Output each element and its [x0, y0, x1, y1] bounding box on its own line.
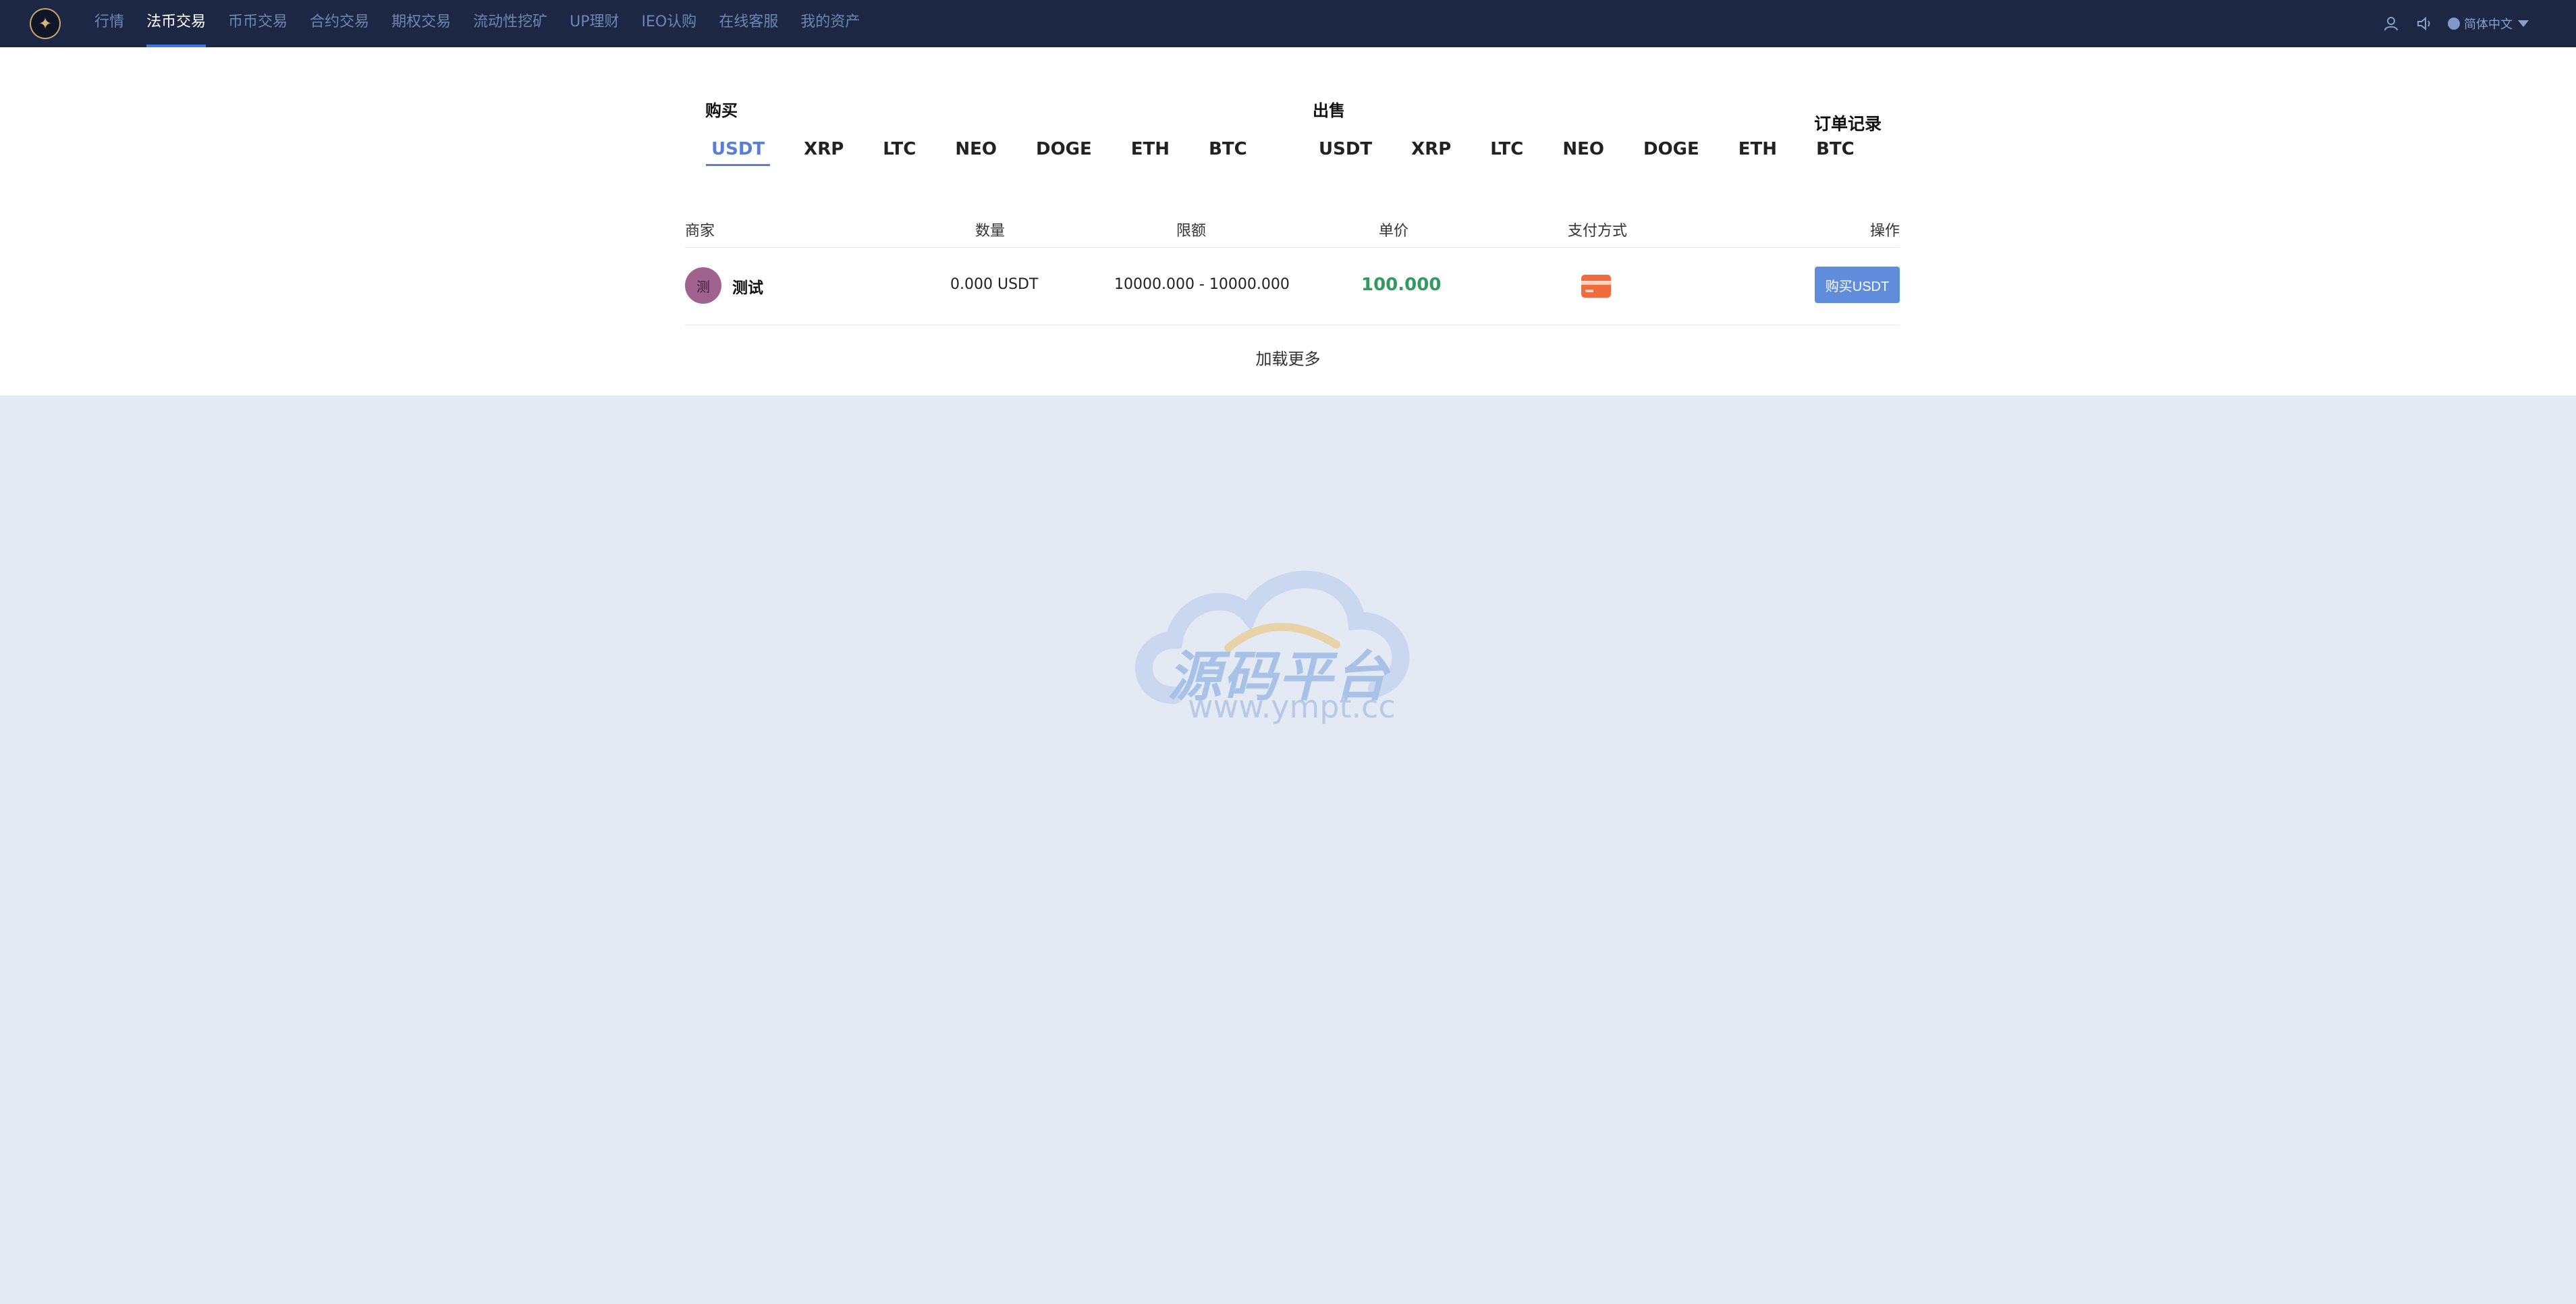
merchant-table: 商家 数量 限额 单价 支付方式 操作 测 测试 0.000 USDT 1000… — [685, 215, 1900, 325]
main-nav: 行情 法币交易 币币交易 合约交易 期权交易 流动性挖矿 UP理财 IEO认购 … — [94, 0, 882, 47]
nav-item-ieo[interactable]: IEO认购 — [641, 0, 696, 47]
nav-item-spot-trade[interactable]: 币币交易 — [228, 0, 287, 47]
buy-tab-xrp[interactable]: XRP — [798, 139, 849, 163]
speaker-icon[interactable] — [2417, 16, 2433, 32]
sell-tab-usdt[interactable]: USDT — [1313, 139, 1377, 163]
header-actions: 简体中文 — [2365, 0, 2529, 47]
load-more-button[interactable]: 加载更多 — [0, 346, 2576, 369]
nav-item-market[interactable]: 行情 — [94, 0, 124, 47]
sell-tab-doge[interactable]: DOGE — [1638, 139, 1705, 163]
nav-item-contract-trade[interactable]: 合约交易 — [310, 0, 369, 47]
header-limit: 限额 — [1176, 223, 1207, 240]
top-navbar: ✦ 行情 法币交易 币币交易 合约交易 期权交易 流动性挖矿 UP理财 IEO认… — [0, 0, 2576, 47]
user-icon[interactable] — [2383, 16, 2399, 32]
header-price: 单价 — [1379, 223, 1409, 240]
avatar: 测 — [685, 267, 721, 304]
sell-tab-btc[interactable]: BTC — [1811, 139, 1860, 163]
sell-coin-tabs: USDT XRP LTC NEO DOGE ETH BTC — [1313, 139, 1888, 163]
buy-coin-tabs: USDT XRP LTC NEO DOGE ETH BTC — [706, 139, 1281, 166]
table-header: 商家 数量 限额 单价 支付方式 操作 — [685, 215, 1900, 248]
card-icon — [1581, 275, 1611, 298]
price-value: 100.000 — [1361, 275, 1442, 295]
sell-section-title: 出售 — [1313, 101, 1345, 120]
sell-tab-eth[interactable]: ETH — [1733, 139, 1782, 163]
buy-tab-eth[interactable]: ETH — [1126, 139, 1175, 163]
sell-tab-xrp[interactable]: XRP — [1406, 139, 1456, 163]
order-history-link[interactable]: 订单记录 — [1814, 111, 1882, 135]
limit-value: 10000.000 - 10000.000 — [1114, 276, 1290, 293]
buy-tab-ltc[interactable]: LTC — [877, 139, 921, 163]
header-action: 操作 — [1869, 223, 1900, 240]
nav-item-support[interactable]: 在线客服 — [719, 0, 778, 47]
logo-icon[interactable]: ✦ — [30, 8, 61, 39]
globe-icon — [2448, 18, 2460, 30]
buy-tab-usdt[interactable]: USDT — [706, 139, 771, 166]
language-label: 简体中文 — [2464, 18, 2513, 32]
watermark-url: www.ympt.cc — [1188, 688, 1396, 725]
amount-value: 0.000 USDT — [950, 276, 1039, 293]
chevron-down-icon — [2518, 20, 2529, 27]
buy-tab-doge[interactable]: DOGE — [1031, 139, 1097, 163]
buy-section-title: 购买 — [705, 101, 738, 120]
merchant-name[interactable]: 测试 — [732, 275, 763, 298]
nav-item-assets[interactable]: 我的资产 — [800, 0, 860, 47]
buy-tab-btc[interactable]: BTC — [1203, 139, 1253, 163]
nav-item-up-finance[interactable]: UP理财 — [570, 0, 619, 47]
watermark: 源码平台 www.ympt.cc — [1134, 560, 1437, 736]
header-merchant: 商家 — [685, 223, 715, 240]
nav-item-fiat-trade[interactable]: 法币交易 — [146, 0, 207, 47]
nav-item-options-trade[interactable]: 期权交易 — [391, 0, 451, 47]
table-row: 测 测试 0.000 USDT 10000.000 - 10000.000 10… — [685, 248, 1900, 325]
language-selector[interactable]: 简体中文 — [2448, 15, 2529, 32]
header-amount: 数量 — [975, 223, 1006, 240]
sell-tab-ltc[interactable]: LTC — [1485, 139, 1529, 163]
nav-item-liquidity-mining[interactable]: 流动性挖矿 — [473, 0, 547, 47]
buy-usdt-button[interactable]: 购买USDT — [1815, 267, 1900, 303]
header-payment: 支付方式 — [1568, 223, 1628, 240]
trade-panel: 购买 USDT XRP LTC NEO DOGE ETH BTC 出售 USDT… — [0, 47, 2576, 396]
sell-tab-neo[interactable]: NEO — [1557, 139, 1610, 163]
buy-tab-neo[interactable]: NEO — [950, 139, 1002, 163]
